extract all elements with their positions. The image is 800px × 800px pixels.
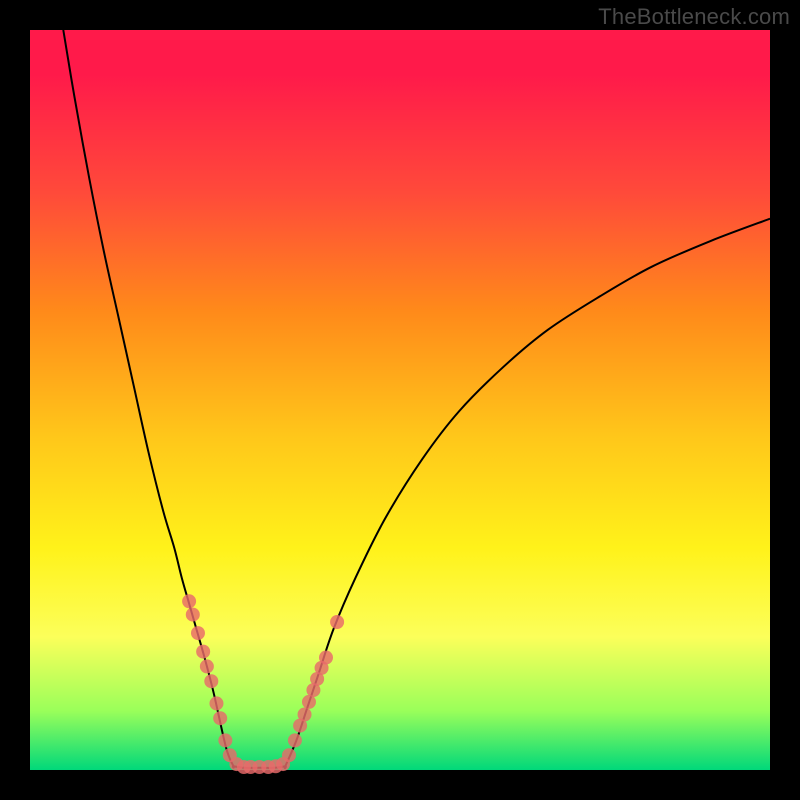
data-marker	[218, 733, 232, 747]
data-marker	[288, 733, 302, 747]
data-marker	[319, 651, 333, 665]
chart-stage: TheBottleneck.com	[0, 0, 800, 800]
data-marker	[196, 645, 210, 659]
data-marker	[330, 615, 344, 629]
data-marker	[186, 608, 200, 622]
data-marker	[298, 708, 312, 722]
data-marker	[182, 594, 196, 608]
data-marker	[204, 674, 218, 688]
data-marker	[209, 696, 223, 710]
data-marker	[200, 659, 214, 673]
bottleneck-curve	[63, 30, 770, 768]
data-marker	[213, 711, 227, 725]
data-marker	[282, 748, 296, 762]
chart-overlay	[0, 0, 800, 800]
data-marker	[191, 626, 205, 640]
